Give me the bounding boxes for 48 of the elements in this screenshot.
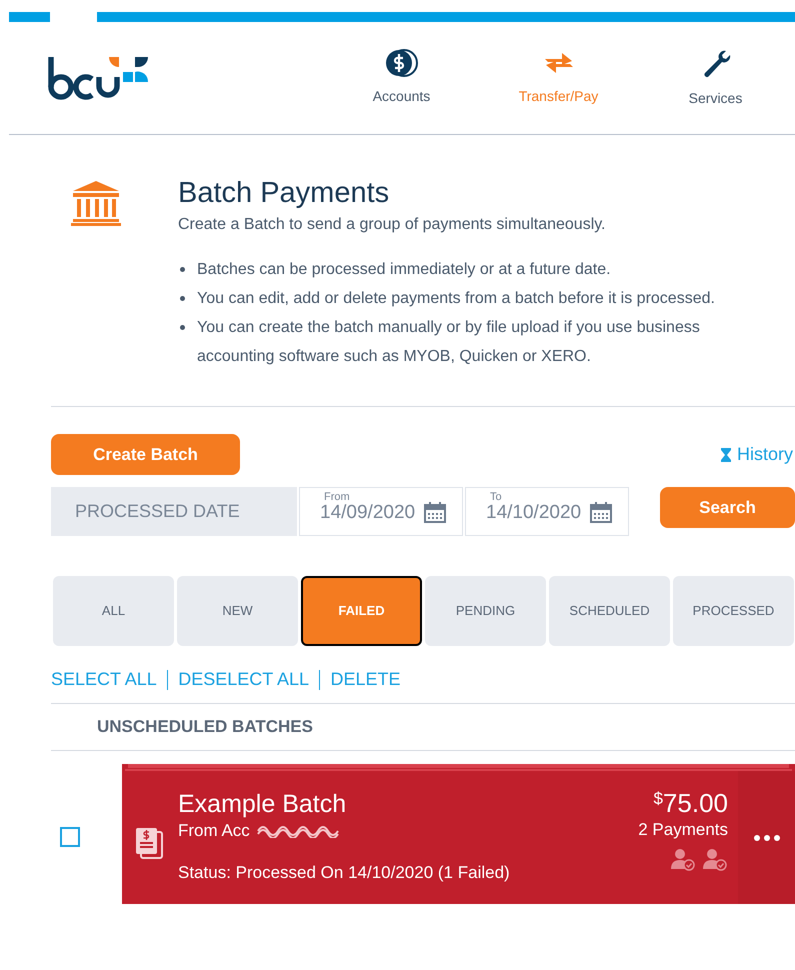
page-subtitle: Create a Batch to send a group of payments simultaneously. bbox=[178, 215, 606, 235]
status-tab[interactable]: ALL bbox=[53, 576, 174, 646]
nav-tab[interactable]: Services bbox=[637, 48, 794, 108]
filter-label: PROCESSED DATE bbox=[51, 487, 297, 536]
checkbox[interactable] bbox=[60, 827, 80, 847]
status-tab[interactable]: PENDING bbox=[425, 576, 546, 646]
batch-name: Example Batch bbox=[178, 790, 348, 818]
user-check-icon bbox=[702, 846, 728, 870]
date-value: 14/10/2020 bbox=[486, 501, 582, 526]
dollar-coin-icon bbox=[384, 48, 420, 78]
search-button[interactable]: Search bbox=[660, 487, 795, 528]
top-accent-bar bbox=[9, 12, 50, 22]
bullet-icon bbox=[180, 325, 185, 330]
status-tab[interactable]: FAILED bbox=[301, 576, 422, 646]
action-link[interactable]: DESELECT ALL bbox=[178, 666, 309, 693]
create-batch-button[interactable]: Create Batch bbox=[51, 434, 240, 475]
batch-amount: $^{$}$75.00 bbox=[653, 789, 728, 817]
user-check-icon bbox=[670, 846, 696, 870]
payment-count: 2 Payments bbox=[638, 819, 728, 841]
document-icon bbox=[134, 826, 164, 860]
date-field-label: To bbox=[490, 490, 502, 504]
page-title: Batch Payments bbox=[178, 176, 390, 211]
date-field-label: From bbox=[324, 490, 350, 504]
calendar-icon[interactable] bbox=[589, 500, 614, 524]
from-account: From Acc bbox=[178, 820, 250, 842]
calendar-icon[interactable] bbox=[423, 500, 448, 524]
section-title: UNSCHEDULED BATCHES bbox=[97, 716, 314, 738]
bullet-icon bbox=[180, 267, 185, 272]
bullet-text: Batches can be processed immediately or at a future date. bbox=[197, 260, 611, 280]
status-tab[interactable]: SCHEDULED bbox=[549, 576, 670, 646]
history-link[interactable]: History bbox=[720, 441, 793, 468]
date-field[interactable]: From 14/09/2020 bbox=[299, 487, 463, 536]
bullet-text: You can edit, add or delete payments from a batch before it is processed. bbox=[197, 289, 715, 309]
status-tab[interactable]: NEW bbox=[177, 576, 298, 646]
batch-status: Status: Processed On 14/10/2020 (1 Failed) bbox=[178, 862, 510, 884]
batch-card[interactable]: Example Batch From Acc Status: Processed On 14/10/2020 (1 Failed) $^{$}$75.00 2 Payments bbox=[122, 764, 795, 904]
date-value: 14/09/2020 bbox=[320, 501, 416, 526]
bullet-text: You can create the batch manually or by file upload if you use business accounting software such as MYOB, Quicken or XERO. bbox=[197, 318, 701, 367]
action-link[interactable]: DELETE bbox=[330, 666, 401, 693]
bullet-icon bbox=[180, 296, 185, 301]
status-tab[interactable]: PROCESSED bbox=[673, 576, 794, 646]
more-icon bbox=[754, 834, 780, 840]
hourglass-icon bbox=[720, 448, 731, 462]
nav-tab[interactable]: Accounts bbox=[323, 48, 480, 108]
bank-icon bbox=[71, 179, 121, 227]
nav-tab[interactable]: Transfer/Pay bbox=[480, 48, 637, 108]
action-link[interactable]: SELECT ALL bbox=[51, 666, 157, 693]
date-field[interactable]: To 14/10/2020 bbox=[465, 487, 629, 536]
